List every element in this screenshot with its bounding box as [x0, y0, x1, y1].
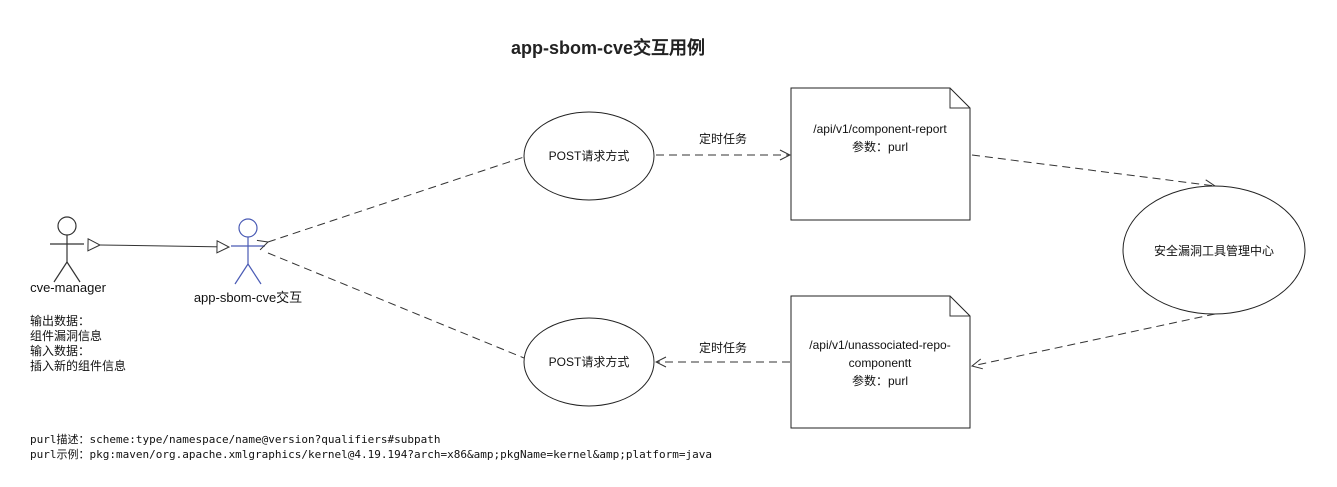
actor-cve-manager[interactable]: cve-manager: [30, 216, 107, 295]
note-unassociated-param: 参数：purl: [852, 373, 908, 388]
note-unassociated-endpoint-line2: componentt: [849, 356, 912, 370]
edge-component-report-to-vuln-center: [971, 154, 1215, 186]
note-component-report[interactable]: /api/v1/component-report 参数：purl: [790, 87, 971, 221]
app-sbom-cve-stick-figure-icon: [231, 218, 265, 285]
use-case-post-top-label: POST请求方式: [549, 148, 630, 163]
edge-actor-to-post-top: [268, 156, 525, 242]
note-unassociated-endpoint-line1: /api/v1/unassociated-repo-: [809, 338, 950, 352]
use-case-post-bottom-label: POST请求方式: [549, 354, 630, 369]
diagram-title: app-sbom-cve交互用例: [511, 37, 705, 58]
purl-description: purl描述：scheme:type/namespace/name@versio…: [30, 432, 441, 446]
note-input-content: 插入新的组件信息: [30, 358, 126, 373]
purl-example: purl示例：pkg:maven/org.apache.xmlgraphics/…: [30, 447, 712, 461]
edge-post-bottom-to-actor: [267, 252, 525, 359]
app-sbom-cve-label: app-sbom-cve交互: [194, 290, 302, 305]
note-unassociated-repo-component[interactable]: /api/v1/unassociated-repo- componentt 参数…: [790, 295, 971, 429]
actor-app-sbom-cve[interactable]: app-sbom-cve交互: [194, 218, 302, 305]
use-case-post-bottom[interactable]: POST请求方式: [523, 317, 655, 407]
edge-label-bottom-timed-task: 定时任务: [699, 340, 747, 355]
note-component-report-endpoint: /api/v1/component-report: [813, 122, 947, 136]
note-component-report-param: 参数：purl: [852, 139, 908, 154]
purl-footer-notes: purl描述：scheme:type/namespace/name@versio…: [30, 432, 712, 461]
cve-manager-stick-figure-icon: [50, 216, 84, 283]
use-case-diagram: app-sbom-cve交互用例 cve-manager 输出数据： 组件漏洞信…: [30, 37, 1306, 461]
edge-vuln-center-to-unassociated: [972, 313, 1216, 366]
note-output-content: 组件漏洞信息: [30, 328, 102, 343]
cve-manager-label: cve-manager: [30, 280, 107, 295]
use-case-vuln-management-center[interactable]: 安全漏洞工具管理中心: [1122, 185, 1306, 315]
edge-label-top-timed-task: 定时任务: [699, 131, 747, 146]
actor-association-link: [100, 245, 229, 247]
use-case-vuln-center-label: 安全漏洞工具管理中心: [1154, 243, 1274, 258]
note-output-heading: 输出数据：: [30, 313, 90, 328]
use-case-post-top[interactable]: POST请求方式: [523, 111, 655, 201]
cve-manager-data-notes: 输出数据： 组件漏洞信息 输入数据： 插入新的组件信息: [30, 313, 126, 373]
note-input-heading: 输入数据：: [30, 343, 90, 358]
